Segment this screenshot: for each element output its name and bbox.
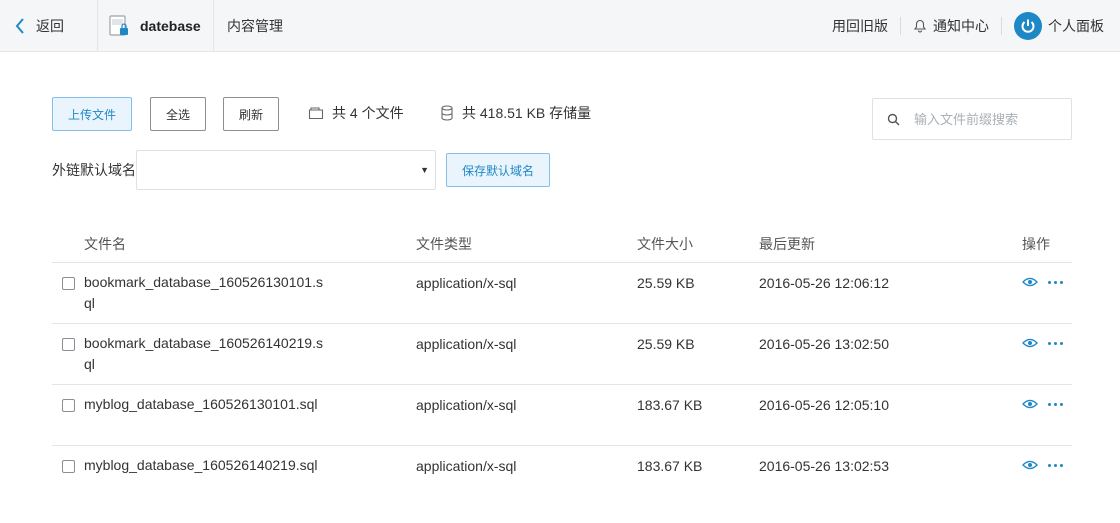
select-all-button[interactable]: 全选 xyxy=(150,97,206,131)
row-checkbox[interactable] xyxy=(62,277,75,290)
file-size: 183.67 KB xyxy=(637,458,703,474)
storage-usage: 共 418.51 KB 存储量 xyxy=(440,96,591,130)
header-size: 文件大小 xyxy=(637,236,693,252)
eye-icon[interactable] xyxy=(1022,336,1038,350)
more-icon[interactable] xyxy=(1048,458,1063,472)
table-row: bookmark_database_160526130101.sql appli… xyxy=(52,263,1072,324)
chevron-left-icon xyxy=(15,18,24,34)
search-input[interactable] xyxy=(914,111,1054,127)
back-label: 返回 xyxy=(36,18,64,34)
table-row: myblog_database_160526130101.sql applica… xyxy=(52,385,1072,446)
file-type: application/x-sql xyxy=(416,458,517,474)
header-actions: 操作 xyxy=(1022,236,1050,252)
file-count-text: 共 4 个文件 xyxy=(332,105,404,121)
file-updated: 2016-05-26 12:05:10 xyxy=(759,397,889,413)
personal-panel-link[interactable]: 个人面板 xyxy=(1002,0,1120,52)
header-type: 文件类型 xyxy=(416,236,472,252)
top-header: 返回 datebase 内容管理 用回旧版 通知中心 个人面板 xyxy=(0,0,1120,52)
file-name[interactable]: bookmark_database_160526130101.sql xyxy=(84,272,324,314)
file-name[interactable]: bookmark_database_160526140219.sql xyxy=(84,333,324,375)
file-table: 文件名 文件类型 文件大小 最后更新 操作 bookmark_database_… xyxy=(52,222,1072,507)
database-icon xyxy=(441,105,453,121)
search-icon xyxy=(887,113,900,125)
file-type: application/x-sql xyxy=(416,336,517,352)
upload-button[interactable]: 上传文件 xyxy=(52,97,132,131)
file-type: application/x-sql xyxy=(416,397,517,413)
storage-text: 共 418.51 KB 存储量 xyxy=(462,105,592,121)
row-actions xyxy=(1022,397,1063,411)
personal-panel-label: 个人面板 xyxy=(1048,18,1104,34)
header-right: 用回旧版 通知中心 个人面板 xyxy=(820,0,1120,52)
folder-icon xyxy=(308,107,324,120)
eye-icon[interactable] xyxy=(1022,397,1038,411)
row-actions xyxy=(1022,275,1063,289)
breadcrumb: 内容管理 xyxy=(227,18,283,34)
more-icon[interactable] xyxy=(1048,397,1063,411)
file-updated: 2016-05-26 13:02:50 xyxy=(759,336,889,352)
back-button[interactable]: 返回 xyxy=(14,0,64,52)
save-domain-button[interactable]: 保存默认域名 xyxy=(446,153,550,187)
domain-select[interactable]: ▼ xyxy=(136,150,436,190)
more-icon[interactable] xyxy=(1048,275,1063,289)
bucket-name: datebase xyxy=(140,18,201,34)
power-icon xyxy=(1014,12,1042,40)
file-size: 183.67 KB xyxy=(637,397,703,413)
table-row: bookmark_database_160526140219.sql appli… xyxy=(52,324,1072,385)
file-updated: 2016-05-26 12:06:12 xyxy=(759,275,889,291)
row-checkbox[interactable] xyxy=(62,460,75,473)
caret-down-icon: ▼ xyxy=(420,165,429,175)
header-name: 文件名 xyxy=(84,236,126,252)
row-actions xyxy=(1022,336,1063,350)
table-header: 文件名 文件类型 文件大小 最后更新 操作 xyxy=(52,222,1072,263)
file-name[interactable]: myblog_database_160526140219.sql xyxy=(84,455,324,476)
bucket-icon xyxy=(109,15,128,36)
header-divider xyxy=(97,0,98,52)
table-row: myblog_database_160526140219.sql applica… xyxy=(52,446,1072,507)
file-updated: 2016-05-26 13:02:53 xyxy=(759,458,889,474)
row-actions xyxy=(1022,458,1063,472)
file-count: 共 4 个文件 xyxy=(308,96,404,130)
header-updated: 最后更新 xyxy=(759,236,815,252)
eye-icon[interactable] xyxy=(1022,275,1038,289)
more-icon[interactable] xyxy=(1048,336,1063,350)
notifications-label: 通知中心 xyxy=(933,18,989,34)
domain-label: 外链默认域名 xyxy=(52,162,136,178)
old-version-label: 用回旧版 xyxy=(832,18,888,34)
eye-icon[interactable] xyxy=(1022,458,1038,472)
row-checkbox[interactable] xyxy=(62,338,75,351)
file-size: 25.59 KB xyxy=(637,275,695,291)
refresh-button[interactable]: 刷新 xyxy=(223,97,279,131)
bell-icon xyxy=(913,19,927,33)
old-version-link[interactable]: 用回旧版 xyxy=(820,0,900,52)
file-size: 25.59 KB xyxy=(637,336,695,352)
header-divider xyxy=(213,0,214,52)
file-name[interactable]: myblog_database_160526130101.sql xyxy=(84,394,324,415)
search-box[interactable] xyxy=(872,98,1072,140)
bucket-title: datebase xyxy=(108,0,201,52)
row-checkbox[interactable] xyxy=(62,399,75,412)
file-type: application/x-sql xyxy=(416,275,517,291)
notifications-link[interactable]: 通知中心 xyxy=(901,0,1001,52)
